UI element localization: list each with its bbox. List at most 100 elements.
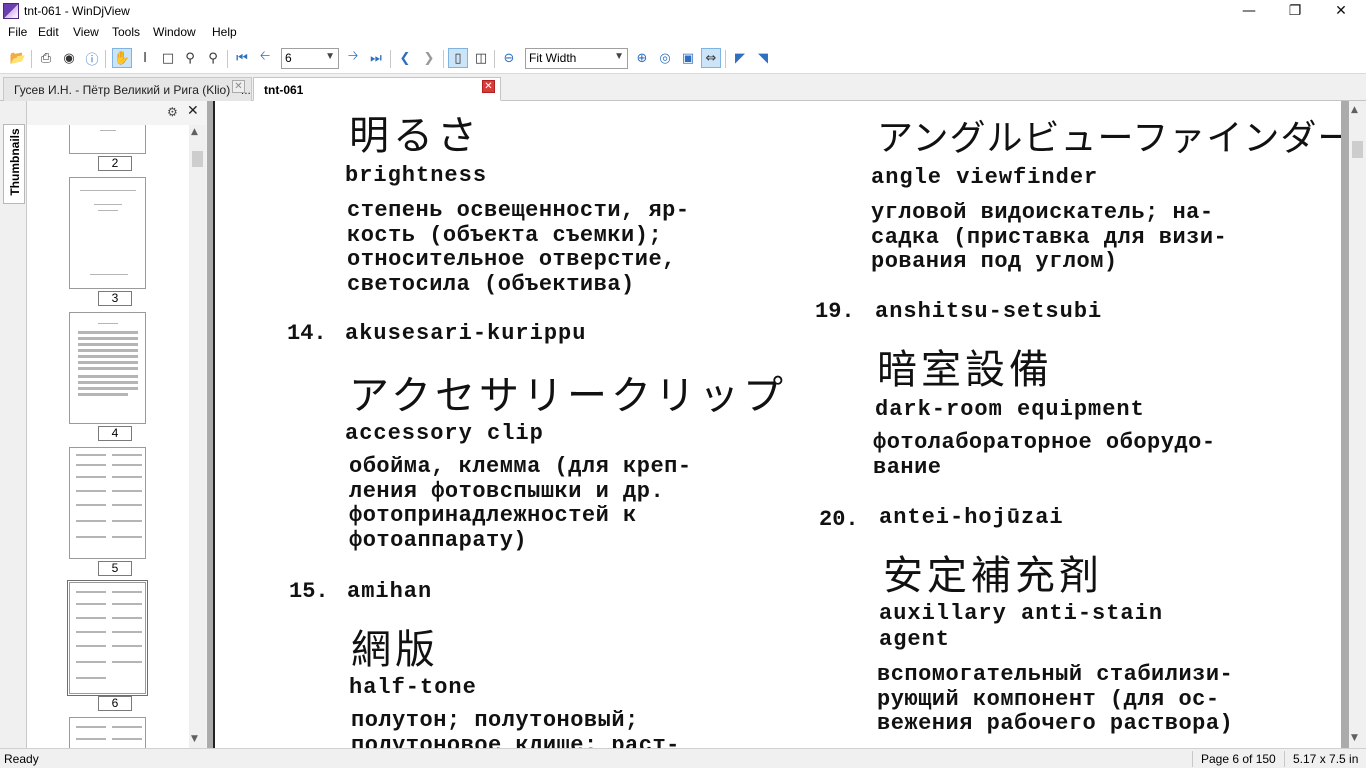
single-page-icon[interactable]: ▯ (448, 48, 468, 68)
menu-file[interactable]: File (8, 25, 27, 39)
last-page-icon[interactable]: ⏭ (366, 48, 386, 68)
tab-tnt-061[interactable]: tnt-061 (253, 77, 501, 101)
actual-size-icon[interactable]: ◎ (655, 48, 675, 68)
back-icon[interactable]: ❮ (395, 48, 415, 68)
entry-19-number: 19. (815, 299, 855, 324)
page-number-value: 6 (285, 51, 292, 65)
minimize-button[interactable]: — (1226, 0, 1272, 23)
thumbnail-list[interactable]: 2 3 4 5 6 (27, 125, 189, 748)
entry-15-number: 15. (289, 579, 329, 604)
print-icon[interactable]: ⎙ (36, 48, 56, 68)
scrollbar-thumb[interactable] (192, 151, 203, 167)
scroll-down-icon[interactable]: ▼ (191, 734, 198, 744)
entry-14-russian: обойма, клемма (для креп- ления фотовспы… (349, 454, 692, 553)
fit-page-icon[interactable]: ▣ (678, 48, 698, 68)
info-icon[interactable]: ⓘ (82, 48, 102, 68)
menu-view[interactable]: View (73, 25, 99, 39)
entry-13-english: brightness (345, 163, 488, 188)
thumbnails-tab-label: Thumbnails (8, 128, 22, 196)
hand-tool-icon[interactable]: ✋ (112, 48, 132, 68)
menu-edit[interactable]: Edit (38, 25, 59, 39)
scroll-up-icon[interactable]: ▲ (1351, 105, 1358, 115)
close-window-button[interactable]: ✕ (1318, 0, 1364, 23)
zoom-in-icon[interactable]: ⊕ (632, 48, 652, 68)
document-page: 明るさ brightness степень освещенности, яр-… (213, 101, 1341, 748)
scroll-down-icon[interactable]: ▼ (1351, 733, 1358, 743)
page-thumbnail-7[interactable] (69, 717, 146, 748)
toolbar: 📂 ⎙ ◉ ⓘ ✋ I □ ⚲ ⚲ ⏮ 🡠 6 ▼ 🡢 ⏭ ❮ ❯ ▯ ◫ ⊖ … (0, 43, 1366, 74)
window-title: tnt-061 - WinDjView (24, 4, 130, 18)
page-number-label: 6 (98, 696, 132, 711)
entry-14-english: accessory clip (345, 421, 544, 446)
tab-thumbnails[interactable]: Thumbnails (3, 124, 25, 204)
tab-label: tnt-061 (264, 83, 304, 97)
zoom-out-tool-icon[interactable]: ⚲ (203, 48, 223, 68)
rect-select-icon[interactable]: □ (158, 48, 178, 68)
rotate-left-icon[interactable]: ◤ (730, 48, 750, 68)
find-binoculars-icon[interactable]: ◉ (59, 48, 79, 68)
page-thumbnail-3[interactable] (69, 177, 146, 289)
facing-pages-icon[interactable]: ◫ (471, 48, 491, 68)
entry-19-kanji: 暗室設備 (877, 347, 1053, 393)
sidebar-tab-strip: Thumbnails (0, 101, 27, 748)
page-number-select[interactable]: 6 ▼ (281, 48, 339, 69)
close-icon[interactable]: ✕ (187, 103, 199, 119)
page-thumbnail-5[interactable] (69, 447, 146, 559)
menu-help[interactable]: Help (212, 25, 237, 39)
entry-20-english: auxillary anti-stain (879, 601, 1164, 626)
text-select-icon[interactable]: I (135, 48, 155, 68)
entry-15-english: half-tone (349, 675, 477, 700)
menu-bar: File Edit View Tools Window Help (0, 23, 1366, 43)
entry-14-katakana: アクセサリークリップ (349, 373, 787, 419)
menu-tools[interactable]: Tools (112, 25, 140, 39)
prev-page-icon[interactable]: 🡠 (255, 48, 275, 68)
chevron-down-icon: ▼ (325, 51, 335, 62)
open-folder-icon[interactable]: 📂 (8, 48, 28, 68)
status-bar: Ready Page 6 of 150 5.17 x 7.5 in (0, 748, 1366, 768)
entry-15-russian: полутон; полутоновый; полутоновое клише;… (351, 708, 680, 748)
entry-18-russian: угловой видоискатель; на- садка (пристав… (871, 200, 1228, 274)
page-number-label: 5 (98, 561, 132, 576)
zoom-in-tool-icon[interactable]: ⚲ (180, 48, 200, 68)
page-thumbnail-2[interactable] (69, 125, 146, 154)
entry-20-english-cont: agent (879, 627, 951, 652)
document-tab-bar: Гусев И.Н. - Пётр Великий и Рига (Klio) … (0, 74, 1366, 101)
title-bar: tnt-061 - WinDjView — ❐ ✕ (0, 0, 1366, 23)
first-page-icon[interactable]: ⏮ (232, 48, 252, 68)
scrollbar-thumb[interactable] (1352, 141, 1363, 158)
entry-20-russian: вспомогательный стабилизи- рующий компон… (877, 662, 1234, 736)
entry-15-kanji: 網版 (351, 627, 439, 673)
page-number-label: 3 (98, 291, 132, 306)
rotate-right-icon[interactable]: ◥ (753, 48, 773, 68)
page-thumbnail-6[interactable] (67, 580, 148, 696)
thumbnails-scrollbar[interactable]: ▲ ▼ (189, 125, 206, 748)
zoom-select[interactable]: Fit Width ▼ (525, 48, 628, 69)
page-number-label: 4 (98, 426, 132, 441)
next-page-icon[interactable]: 🡢 (343, 48, 363, 68)
entry-20-kanji: 安定補充剤 (883, 553, 1103, 599)
entry-20-romaji: antei-hojūzai (879, 505, 1064, 530)
entry-20-number: 20. (819, 507, 859, 532)
close-tab-icon[interactable]: ✕ (232, 80, 245, 93)
gear-icon[interactable]: ⚙ (167, 105, 178, 119)
chevron-down-icon: ▼ (614, 51, 624, 62)
tab-label: Гусев И.Н. - Пётр Великий и Рига (Klio) … (14, 83, 251, 97)
tab-gusev[interactable]: Гусев И.Н. - Пётр Великий и Рига (Klio) … (3, 77, 252, 101)
entry-13-kanji: 明るさ (349, 113, 481, 159)
scroll-up-icon[interactable]: ▲ (191, 127, 198, 137)
zoom-out-icon[interactable]: ⊖ (499, 48, 519, 68)
entry-19-russian: фотолабораторное оборудо- вание (873, 430, 1216, 480)
restore-button[interactable]: ❐ (1272, 0, 1318, 23)
entry-19-english: dark-room equipment (875, 397, 1145, 422)
entry-18-katakana: アングルビューファインダー (877, 118, 1341, 159)
forward-icon[interactable]: ❯ (419, 48, 439, 68)
page-number-label: 2 (98, 156, 132, 171)
document-scrollbar[interactable]: ▲ ▼ (1349, 101, 1366, 748)
close-tab-icon[interactable]: ✕ (482, 80, 495, 93)
menu-window[interactable]: Window (153, 25, 196, 39)
document-view[interactable]: 明るさ brightness степень освещенности, яр-… (207, 101, 1349, 748)
thumbnails-header: ⚙ ✕ (27, 101, 207, 125)
page-indicator: Page 6 of 150 (1201, 752, 1276, 766)
fit-width-icon[interactable]: ⇔ (701, 48, 721, 68)
page-thumbnail-4[interactable] (69, 312, 146, 424)
